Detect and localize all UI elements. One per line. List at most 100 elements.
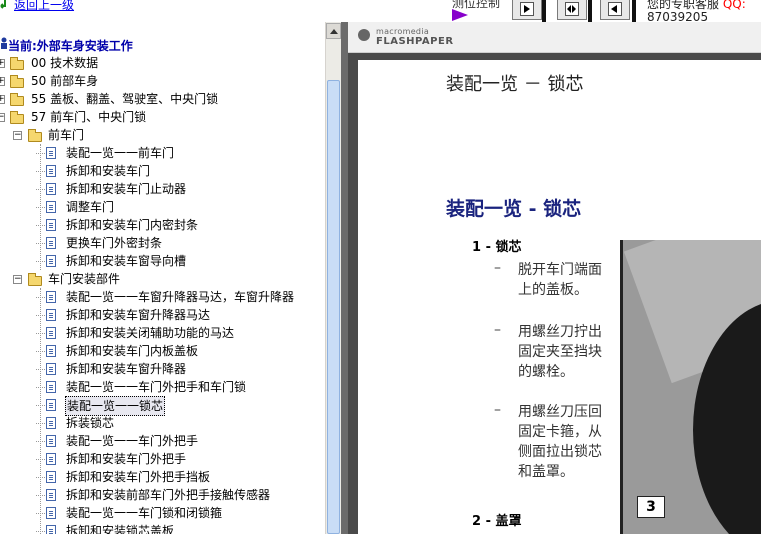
scroll-thumb[interactable] xyxy=(327,80,340,534)
tree-item-label: 装配一览一一车门外把手和车门锁 xyxy=(66,380,247,394)
document-icon xyxy=(46,345,56,357)
item-2-label: 2 - 盖罩 xyxy=(472,514,522,529)
pane-splitter[interactable] xyxy=(341,22,348,534)
section-title: 装配一览 - 锁芯 xyxy=(446,198,582,220)
document-icon xyxy=(46,291,56,303)
expand-icon[interactable]: + xyxy=(0,77,5,86)
step-1-dash: – xyxy=(494,260,501,276)
document-icon xyxy=(46,327,56,339)
document-icon xyxy=(46,255,56,267)
tree-item-label: 车门安装部件 xyxy=(48,272,121,286)
page-header: 装配一览 － 锁芯 xyxy=(446,74,584,95)
tree-item-label: 拆卸和安装车窗导向槽 xyxy=(66,254,187,268)
document-icon xyxy=(46,399,56,411)
tree-item-label: 装配一览一一车门锁和闭锁箍 xyxy=(66,506,223,520)
step-2-dash: – xyxy=(494,322,501,338)
tree-item-label: 调整车门 xyxy=(66,200,115,214)
expand-icon[interactable]: + xyxy=(0,95,5,104)
document-icon xyxy=(46,471,56,483)
brand-company: macromedia xyxy=(376,27,430,36)
collapse-icon[interactable]: − xyxy=(0,113,5,122)
tree-item-label: 拆卸和安装车窗升降器 xyxy=(66,362,187,376)
tree-item-label: 55 盖板、翻盖、驾驶室、中央门锁 xyxy=(31,92,219,106)
brand-product: FLASHPAPER xyxy=(376,36,454,47)
tree-item-label: 拆卸和安装车门内密封条 xyxy=(66,218,199,232)
collapse-icon[interactable]: − xyxy=(13,131,22,140)
document-icon xyxy=(46,381,56,393)
document-icon xyxy=(46,363,56,375)
document-icon xyxy=(46,219,56,231)
tree-item-label: 拆卸和安装锁芯盖板 xyxy=(66,524,175,534)
pager-divider xyxy=(542,0,546,22)
document-icon xyxy=(46,417,56,429)
scroll-up-button[interactable] xyxy=(326,23,341,39)
folder-open-icon xyxy=(28,273,42,286)
tree-item-label: 装配一览一一锁芯 xyxy=(65,396,166,416)
tree-item-label: 拆卸和安装车门外把手挡板 xyxy=(66,470,211,484)
tree-item-label: 更换车门外密封条 xyxy=(66,236,163,250)
document-icon xyxy=(46,453,56,465)
photo-number-tag: 3 xyxy=(637,496,665,518)
prev-next-page-button[interactable] xyxy=(557,0,587,20)
document-page: 装配一览 － 锁芯 装配一览 - 锁芯 1 - 锁芯 – 脱开车门端面上的盖板。… xyxy=(358,60,761,534)
tree-item-label: 装配一览一一前车门 xyxy=(66,146,175,160)
prev-page-button[interactable] xyxy=(600,0,630,20)
prev-icon xyxy=(608,2,622,16)
step-1-text: 脱开车门端面上的盖板。 xyxy=(518,262,602,298)
tree-item-label: 拆卸和安装车窗升降器马达 xyxy=(66,308,211,322)
tree-connector xyxy=(40,288,41,534)
current-location: 当前:外部车身安装工作 xyxy=(8,39,133,53)
blue-user-icon xyxy=(0,37,8,49)
tree-item-label: 00 技术数据 xyxy=(31,56,99,70)
back-link[interactable]: 返回上一级 xyxy=(14,0,74,13)
document-icon xyxy=(46,525,56,534)
tree-item-label: 拆装锁芯 xyxy=(66,416,115,430)
document-icon xyxy=(46,489,56,501)
collapse-icon[interactable]: − xyxy=(13,275,22,284)
folder-icon xyxy=(10,75,24,88)
document-icon xyxy=(46,507,56,519)
tree-scrollbar[interactable] xyxy=(325,22,341,534)
document-icon xyxy=(46,201,56,213)
tree-item-label: 拆卸和安装关闭辅助功能的马达 xyxy=(66,326,235,340)
item-1-label: 1 - 锁芯 xyxy=(472,240,522,255)
document-icon xyxy=(46,165,56,177)
pager-divider xyxy=(588,0,592,22)
pager-divider xyxy=(632,0,636,22)
tree-connector xyxy=(40,144,41,270)
next-page-button[interactable] xyxy=(512,0,542,20)
tree-item-label: 拆卸和安装车门止动器 xyxy=(66,182,187,196)
document-icon xyxy=(46,309,56,321)
tree-item-label: 拆卸和安装车门内板盖板 xyxy=(66,344,199,358)
lock-cylinder-photo: 3 xyxy=(620,240,761,534)
tree-item-label: 装配一览一一车门外把手 xyxy=(66,434,199,448)
back-arrow-icon xyxy=(0,0,6,9)
document-icon xyxy=(46,147,56,159)
tree-item-label: 前车门 xyxy=(48,128,85,142)
tree-item-label: 50 前部车身 xyxy=(31,74,99,88)
tree-item-label: 拆卸和安装车门外把手 xyxy=(66,452,187,466)
tree-item-label: 拆卸和安装前部车门外把手接触传感器 xyxy=(66,488,271,502)
document-icon xyxy=(46,237,56,249)
prev-next-icon xyxy=(565,2,579,16)
folder-icon xyxy=(10,93,24,106)
folder-open-icon xyxy=(28,129,42,142)
document-icon xyxy=(46,183,56,195)
macromedia-logo-icon xyxy=(358,29,370,41)
tree-item-label: 57 前车门、中央门锁 xyxy=(31,110,147,124)
viewer-toolbar: macromedia FLASHPAPER xyxy=(348,22,761,53)
document-icon xyxy=(46,435,56,447)
tree-item-label: 装配一览一一车窗升降器马达，车窗升降器 xyxy=(66,290,295,304)
step-3-dash: – xyxy=(494,402,501,418)
folder-icon xyxy=(10,57,24,70)
step-2-text: 用螺丝刀拧出固定夹至挡块的螺栓。 xyxy=(518,324,602,380)
document-viewer: macromedia FLASHPAPER 装配一览 － 锁芯 装配一览 - 锁… xyxy=(348,22,761,534)
qq-link[interactable]: QQ: xyxy=(723,0,746,11)
arrow-up-icon xyxy=(330,29,338,34)
next-icon xyxy=(520,2,534,16)
tree-item-label: 拆卸和安装车门 xyxy=(66,164,151,178)
step-3-text: 用螺丝刀压回固定卡箍，从侧面拉出锁芯和盖罩。 xyxy=(518,404,602,480)
tree-panel: 当前:外部车身安装工作 +00 技术数据 + 50 前部车身 +55 盖板、翻盖、驾… xyxy=(0,22,325,534)
expand-icon[interactable]: + xyxy=(0,59,5,68)
play-icon[interactable] xyxy=(452,9,468,21)
